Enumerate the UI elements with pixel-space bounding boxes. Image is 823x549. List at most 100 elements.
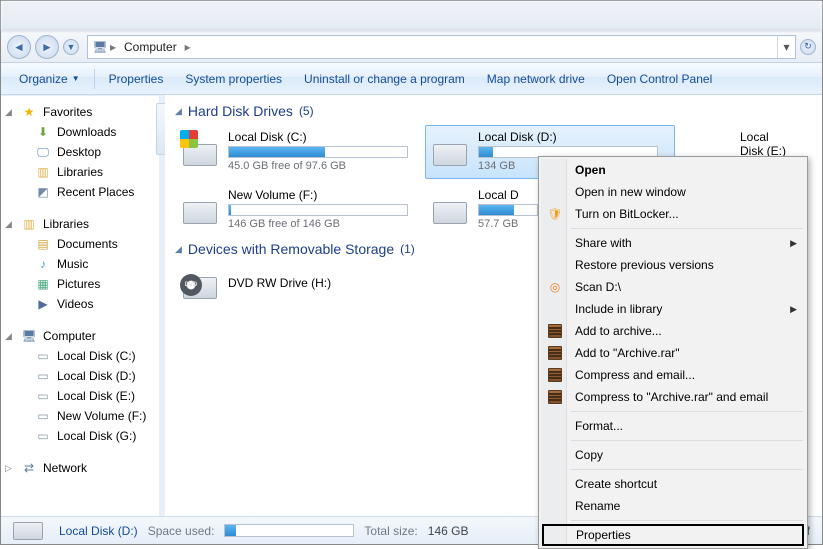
chevron-down-icon: ▼ bbox=[72, 74, 80, 83]
drive-icon bbox=[180, 188, 220, 228]
drive-name: Local D bbox=[478, 188, 538, 202]
ctx-open[interactable]: Open bbox=[541, 159, 805, 181]
forward-button[interactable]: ► bbox=[35, 35, 59, 59]
nav-network[interactable]: ▷⇄Network bbox=[1, 458, 159, 478]
nav-pictures[interactable]: ▦Pictures bbox=[1, 274, 159, 294]
ctx-separator bbox=[571, 440, 803, 441]
nav-desktop[interactable]: 🖵Desktop bbox=[1, 142, 159, 162]
document-icon: ▤ bbox=[35, 236, 51, 252]
ctx-compress-email[interactable]: Compress and email... bbox=[541, 364, 805, 386]
star-icon: ★ bbox=[21, 104, 37, 120]
ctx-rename[interactable]: Rename bbox=[541, 495, 805, 517]
ctx-include-library[interactable]: Include in library▶ bbox=[541, 298, 805, 320]
control-panel-button[interactable]: Open Control Panel bbox=[597, 68, 722, 90]
details-usage-bar bbox=[224, 524, 354, 537]
ctx-restore-versions[interactable]: Restore previous versions bbox=[541, 254, 805, 276]
navigation-pane[interactable]: ◢ ★ Favorites ⬇Downloads 🖵Desktop ▥Librari… bbox=[1, 95, 159, 516]
nav-drive-f[interactable]: ▭New Volume (F:) bbox=[1, 406, 159, 426]
nav-drive-e[interactable]: ▭Local Disk (E:) bbox=[1, 386, 159, 406]
breadcrumb-computer[interactable]: Computer bbox=[118, 36, 183, 58]
nav-label: New Volume (F:) bbox=[57, 409, 146, 423]
ctx-label: Format... bbox=[575, 419, 623, 433]
pictures-icon: ▦ bbox=[35, 276, 51, 292]
uninstall-button[interactable]: Uninstall or change a program bbox=[294, 68, 475, 90]
back-button[interactable]: ◄ bbox=[7, 35, 31, 59]
nav-label: Videos bbox=[57, 297, 93, 311]
expand-icon: ▷ bbox=[5, 463, 15, 474]
ctx-label: Compress to "Archive.rar" and email bbox=[575, 390, 768, 404]
drive-icon: ▭ bbox=[35, 348, 51, 364]
nav-videos[interactable]: ▶ Videos bbox=[1, 294, 159, 314]
ctx-separator bbox=[571, 520, 803, 521]
nav-label: Music bbox=[57, 257, 88, 271]
collapse-icon: ◢ bbox=[5, 107, 15, 118]
map-drive-button[interactable]: Map network drive bbox=[477, 68, 595, 90]
nav-documents[interactable]: ▤Documents bbox=[1, 234, 159, 254]
drive-icon bbox=[430, 130, 470, 170]
refresh-button[interactable]: ↻ bbox=[800, 39, 816, 55]
nav-computer[interactable]: ◢🖥Computer bbox=[1, 326, 159, 346]
nav-downloads[interactable]: ⬇Downloads bbox=[1, 122, 159, 142]
nav-label: Local Disk (E:) bbox=[57, 389, 135, 403]
properties-button[interactable]: Properties bbox=[99, 68, 174, 90]
drive-free: 45.0 GB free of 97.6 GB bbox=[228, 160, 408, 172]
ctx-create-shortcut[interactable]: Create shortcut bbox=[541, 473, 805, 495]
nav-drive-c[interactable]: ▭ Local Disk (C:) bbox=[1, 346, 159, 366]
nav-drive-g[interactable]: ▭Local Disk (G:) bbox=[1, 426, 159, 446]
drive-icon: ▭ bbox=[35, 428, 51, 444]
ctx-label: Rename bbox=[575, 499, 620, 513]
drive-name: Local Disk (E:) bbox=[740, 130, 790, 158]
collapse-icon: ◢ bbox=[5, 331, 15, 342]
address-dropdown[interactable]: ▾ bbox=[777, 36, 795, 58]
command-toolbar: Organize▼ Properties System properties U… bbox=[1, 63, 822, 95]
drive-item-c[interactable]: Local Disk (C:) 45.0 GB free of 97.6 GB bbox=[175, 125, 425, 179]
ctx-label: Create shortcut bbox=[575, 477, 657, 491]
group-label: Hard Disk Drives bbox=[188, 103, 293, 119]
drive-item-g[interactable]: Local D 57.7 GB bbox=[425, 183, 555, 237]
ctx-add-archive[interactable]: Add to archive... bbox=[541, 320, 805, 342]
nav-label: Local Disk (D:) bbox=[57, 369, 136, 383]
ctx-scan[interactable]: ◎Scan D:\ bbox=[541, 276, 805, 298]
ctx-share-with[interactable]: Share with▶ bbox=[541, 232, 805, 254]
drive-free: 146 GB free of 146 GB bbox=[228, 218, 408, 230]
rar-icon bbox=[546, 344, 564, 362]
submenu-arrow-icon: ▶ bbox=[790, 238, 797, 249]
address-bar[interactable]: 🖥 ▸ Computer ▸ ▾ bbox=[87, 35, 796, 59]
ctx-copy[interactable]: Copy bbox=[541, 444, 805, 466]
drive-icon bbox=[180, 130, 220, 170]
system-properties-button[interactable]: System properties bbox=[175, 68, 292, 90]
ctx-bitlocker[interactable]: 🛡 Turn on BitLocker... bbox=[541, 203, 805, 225]
nav-libraries-fav[interactable]: ▥Libraries bbox=[1, 162, 159, 182]
nav-label: Recent Places bbox=[57, 185, 134, 199]
nav-drive-d[interactable]: ▭Local Disk (D:) bbox=[1, 366, 159, 386]
ctx-format[interactable]: Format... bbox=[541, 415, 805, 437]
navigation-bar: ◄ ► ▼ 🖥 ▸ Computer ▸ ▾ ↻ bbox=[1, 31, 822, 63]
ctx-label: Open in new window bbox=[575, 185, 686, 199]
ctx-properties[interactable]: Properties bbox=[542, 524, 804, 546]
ctx-label: Scan D:\ bbox=[575, 280, 621, 294]
group-count: (1) bbox=[400, 242, 415, 256]
ctx-open-new-window[interactable]: Open in new window bbox=[541, 181, 805, 203]
libraries-icon: ▥ bbox=[21, 216, 37, 232]
nav-music[interactable]: ♪Music bbox=[1, 254, 159, 274]
drive-name: New Volume (F:) bbox=[228, 188, 408, 202]
details-name: Local Disk (D:) bbox=[59, 524, 138, 538]
usage-bar bbox=[228, 146, 408, 158]
nav-libraries[interactable]: ◢▥Libraries bbox=[1, 214, 159, 234]
ctx-label: Turn on BitLocker... bbox=[575, 207, 679, 221]
shield-icon: 🛡 bbox=[546, 205, 564, 223]
context-menu: Open Open in new window 🛡 Turn on BitLock… bbox=[538, 156, 808, 549]
group-hard-disk-drives[interactable]: ◢ Hard Disk Drives (5) bbox=[175, 103, 822, 119]
drive-name: Local Disk (C:) bbox=[228, 130, 408, 144]
history-dropdown[interactable]: ▼ bbox=[63, 39, 79, 55]
nav-label: Favorites bbox=[43, 105, 92, 119]
videos-icon: ▶ bbox=[35, 296, 51, 312]
organize-button[interactable]: Organize▼ bbox=[9, 68, 90, 90]
drive-item-f[interactable]: New Volume (F:) 146 GB free of 146 GB bbox=[175, 183, 425, 237]
nav-favorites[interactable]: ◢ ★ Favorites bbox=[1, 102, 159, 122]
nav-label: Local Disk (C:) bbox=[57, 349, 136, 363]
ctx-compress-rar-email[interactable]: Compress to "Archive.rar" and email bbox=[541, 386, 805, 408]
nav-recent[interactable]: ◩Recent Places bbox=[1, 182, 159, 202]
drive-item-dvd[interactable]: DVD DVD RW Drive (H:) bbox=[175, 263, 425, 317]
ctx-add-rar[interactable]: Add to "Archive.rar" bbox=[541, 342, 805, 364]
